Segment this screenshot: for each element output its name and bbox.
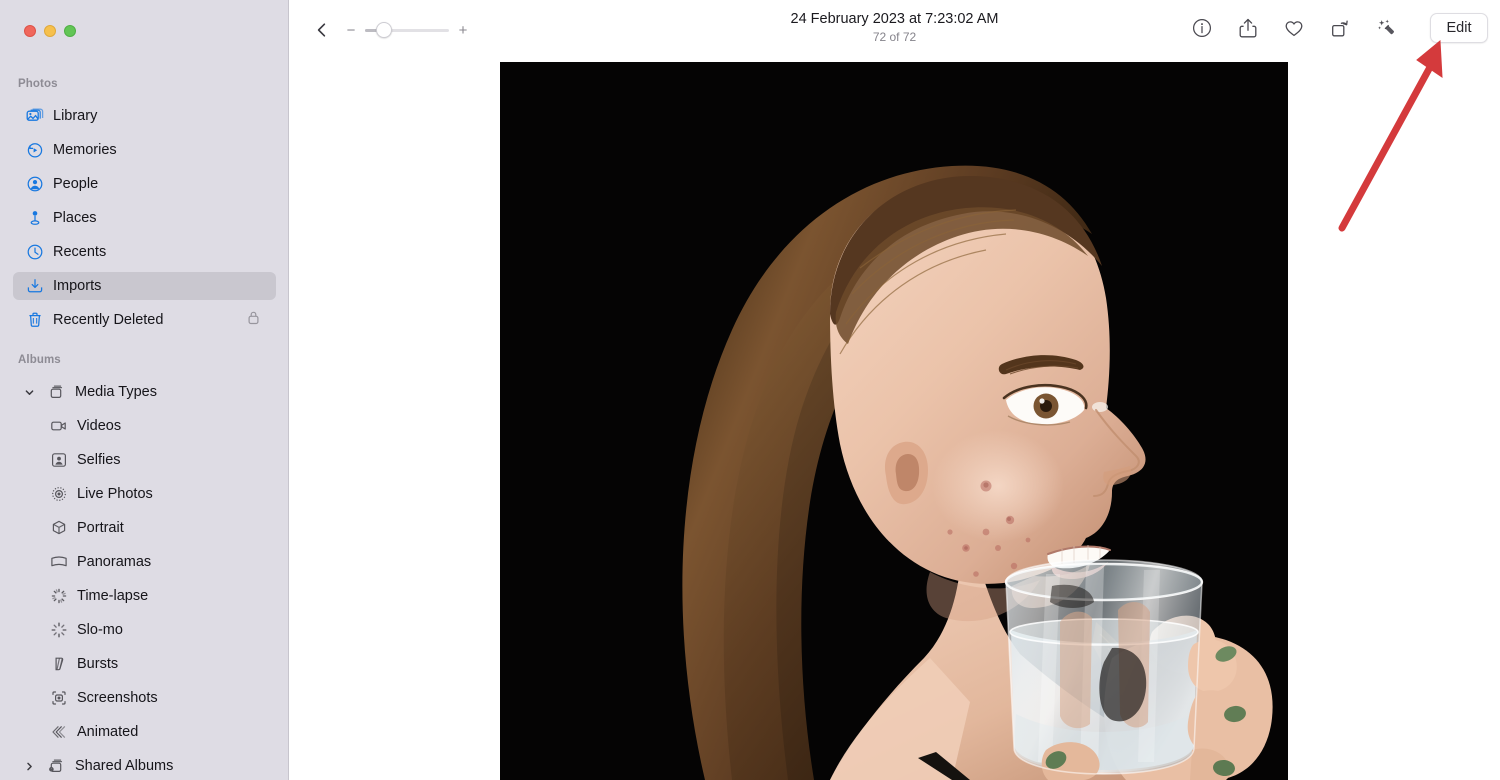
sidebar: Photos Library Memories People Places Re… — [0, 0, 289, 780]
info-icon[interactable] — [1190, 16, 1214, 40]
lock-icon — [247, 310, 260, 330]
sidebar-item-animated[interactable]: Animated — [13, 718, 276, 746]
zoom-slider[interactable] — [365, 22, 449, 38]
sidebar-item-label: Portrait — [77, 519, 124, 536]
sidebar-item-videos[interactable]: Videos — [13, 412, 276, 440]
maximize-button[interactable] — [64, 25, 76, 37]
album-stack-icon — [48, 383, 66, 401]
animated-icon — [50, 723, 68, 741]
sidebar-item-label: Shared Albums — [75, 757, 174, 774]
live-photo-icon — [50, 485, 68, 503]
portrait-icon — [50, 519, 68, 537]
selfie-icon — [50, 451, 68, 469]
sidebar-item-label: Live Photos — [77, 485, 153, 502]
sidebar-item-imports[interactable]: Imports — [13, 272, 276, 300]
sidebar-item-recently-deleted[interactable]: Recently Deleted — [13, 306, 276, 334]
sidebar-item-label: Animated — [77, 723, 139, 740]
sidebar-item-label: Memories — [53, 141, 117, 158]
share-icon[interactable] — [1236, 16, 1260, 40]
photos-app-window: Photos Library Memories People Places Re… — [0, 0, 1500, 780]
sidebar-item-panoramas[interactable]: Panoramas — [13, 548, 276, 576]
window-controls — [24, 25, 76, 37]
close-button[interactable] — [24, 25, 36, 37]
memories-icon — [26, 141, 44, 159]
sidebar-item-memories[interactable]: Memories — [13, 136, 276, 164]
rotate-icon[interactable] — [1328, 16, 1352, 40]
places-icon — [26, 209, 44, 227]
sidebar-item-recents[interactable]: Recents — [13, 238, 276, 266]
sidebar-item-label: Recents — [53, 243, 107, 260]
sidebar-item-label: Bursts — [77, 655, 119, 672]
sidebar-item-people[interactable]: People — [13, 170, 276, 198]
photo-image — [500, 62, 1288, 780]
chevron-right-icon[interactable] — [21, 761, 37, 772]
bursts-icon — [50, 655, 68, 673]
sidebar-albums-list: Media Types Videos Selfies Live Photos P… — [0, 378, 288, 780]
sidebar-item-label: Videos — [77, 417, 122, 434]
trash-icon — [26, 311, 44, 329]
sidebar-section-header-photos: Photos — [18, 78, 58, 90]
auto-enhance-icon[interactable] — [1374, 16, 1398, 40]
recents-icon — [26, 243, 44, 261]
zoom-slider-knob[interactable] — [376, 22, 392, 38]
timelapse-icon — [50, 587, 68, 605]
sidebar-photos-list: Library Memories People Places Recents I… — [0, 102, 288, 340]
sidebar-item-portrait[interactable]: Portrait — [13, 514, 276, 542]
slomo-icon — [50, 621, 68, 639]
toolbar-actions: Edit — [1190, 13, 1488, 43]
sidebar-item-live-photos[interactable]: Live Photos — [13, 480, 276, 508]
sidebar-item-label: Library — [53, 107, 98, 124]
panorama-icon — [50, 553, 68, 571]
sidebar-item-media-types[interactable]: Media Types — [13, 378, 276, 406]
screenshots-icon — [50, 689, 68, 707]
back-button[interactable] — [310, 18, 334, 42]
people-icon — [26, 175, 44, 193]
sidebar-item-label: Time-lapse — [77, 587, 149, 604]
sidebar-item-slo-mo[interactable]: Slo-mo — [13, 616, 276, 644]
sidebar-item-shared-albums[interactable]: Shared Albums — [13, 752, 276, 780]
sidebar-item-selfies[interactable]: Selfies — [13, 446, 276, 474]
sidebar-item-library[interactable]: Library — [13, 102, 276, 130]
sidebar-item-places[interactable]: Places — [13, 204, 276, 232]
library-icon — [26, 107, 44, 125]
imports-icon — [26, 277, 44, 295]
sidebar-item-label: Slo-mo — [77, 621, 123, 638]
edit-button[interactable]: Edit — [1430, 13, 1488, 43]
sidebar-section-header-albums: Albums — [18, 354, 61, 366]
zoom-in-button[interactable]: + — [458, 23, 468, 38]
sidebar-item-label: Selfies — [77, 451, 121, 468]
sidebar-item-label: Screenshots — [77, 689, 158, 706]
heart-icon[interactable] — [1282, 16, 1306, 40]
sidebar-item-label: Recently Deleted — [53, 311, 164, 328]
sidebar-item-label: Places — [53, 209, 97, 226]
minimize-button[interactable] — [44, 25, 56, 37]
video-icon — [50, 417, 68, 435]
zoom-control[interactable]: − + — [346, 19, 468, 41]
chevron-down-icon[interactable] — [21, 387, 37, 398]
shared-album-icon — [48, 757, 66, 775]
sidebar-item-time-lapse[interactable]: Time-lapse — [13, 582, 276, 610]
sidebar-item-label: Panoramas — [77, 553, 152, 570]
sidebar-item-label: Media Types — [75, 383, 157, 400]
sidebar-item-label: People — [53, 175, 99, 192]
main-content: − + 24 February 2023 at 7:23:02 AM 72 of… — [289, 0, 1500, 780]
sidebar-item-label: Imports — [53, 277, 102, 294]
toolbar: − + 24 February 2023 at 7:23:02 AM 72 of… — [289, 0, 1500, 62]
sidebar-item-screenshots[interactable]: Screenshots — [13, 684, 276, 712]
photo-viewer[interactable] — [500, 62, 1288, 780]
sidebar-item-bursts[interactable]: Bursts — [13, 650, 276, 678]
zoom-out-button[interactable]: − — [346, 23, 356, 38]
